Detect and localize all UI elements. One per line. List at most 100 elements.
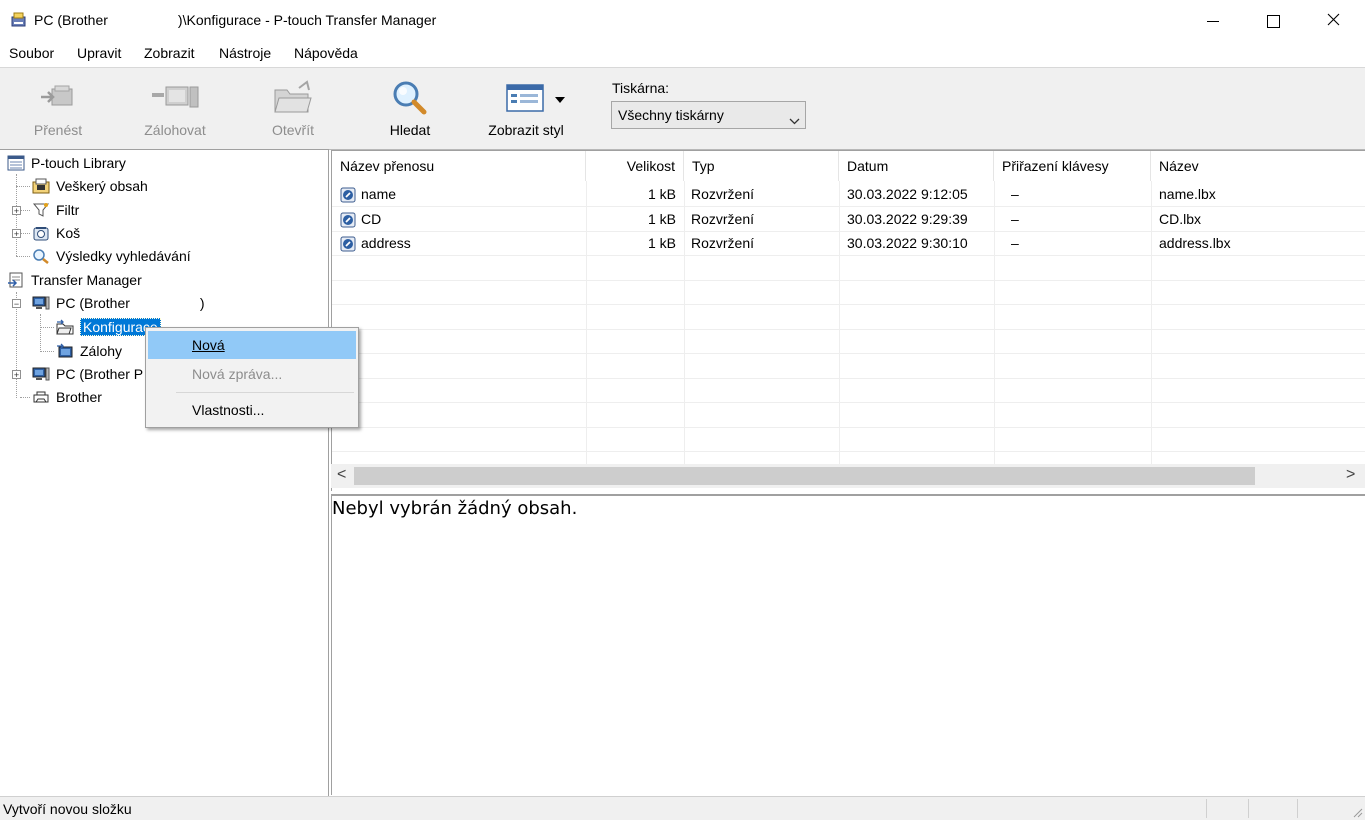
menu-nastroje[interactable]: Nástroje [219,45,271,61]
column-header-filename[interactable]: Název [1151,151,1365,181]
menu-separator [176,392,354,393]
table-row[interactable]: name 1 kB Rozvržení 30.03.2022 9:12:05 –… [332,183,1365,207]
expand-filter-toggle[interactable]: + [12,206,21,216]
cell-date: 30.03.2022 9:30:10 [847,235,968,251]
open-folder-icon [269,78,317,118]
search-label: Hledat [389,122,431,138]
cell-date: 30.03.2022 9:12:05 [847,186,968,202]
cell-name: CD [361,211,382,227]
status-text: Vytvoří novou složku [3,801,132,817]
filter-icon [32,202,50,218]
column-header-size[interactable]: Velikost [586,151,684,181]
empty-row [332,379,1365,403]
menu-bar: Soubor Upravit Zobrazit Nástroje Nápověd… [0,42,1365,66]
tree-item-filter[interactable]: Filtr [32,199,79,221]
menu-upravit[interactable]: Upravit [77,45,121,61]
search-results-icon [32,248,50,264]
transfer-button[interactable]: Přenést [20,68,96,148]
expand-trash-toggle[interactable]: + [12,229,21,239]
cell-filename: name.lbx [1159,186,1216,202]
minimize-icon [1207,20,1219,22]
cell-filename: CD.lbx [1159,211,1202,227]
tree-label: Koš [56,225,81,241]
tree-item-pc[interactable]: PC (Brother ) [32,292,205,314]
view-style-label: Zobrazit styl [488,122,564,138]
menu-item-properties[interactable]: Vlastnosti... [148,396,356,424]
transfer-list[interactable]: Název přenosu Velikost Typ Datum Přiřaze… [331,150,1365,491]
column-header-type[interactable]: Typ [684,151,839,181]
scrollbar-thumb[interactable] [354,467,1255,485]
column-header-key[interactable]: Přiřazení klávesy [994,151,1151,181]
trash-icon [32,225,50,241]
chevron-down-icon [789,112,800,128]
printer-select-value: Všechny tiskárny [618,107,724,123]
cell-name: name [361,186,397,202]
tree-item-backups[interactable]: Zálohy [56,340,122,362]
table-row[interactable]: CD 1 kB Rozvržení 30.03.2022 9:29:39 – C… [332,208,1365,232]
table-row[interactable]: address 1 kB Rozvržení 30.03.2022 9:30:1… [332,232,1365,256]
configuration-folder-icon [56,319,74,335]
tree-item-trash[interactable]: Koš [32,222,80,244]
collapse-pc-toggle[interactable]: − [12,299,21,309]
layout-file-icon [340,212,356,231]
empty-row [332,257,1365,281]
tree-label: Brother [56,389,102,405]
cell-type: Rozvržení [691,235,755,251]
tree-item-search-results[interactable]: Výsledky vyhledávání [32,245,191,267]
scroll-left-button[interactable]: < [337,466,346,484]
printer-icon [32,389,50,405]
search-button[interactable]: Hledat [374,68,446,148]
tree-item-transfer-manager[interactable]: Transfer Manager [7,269,142,291]
cell-size: 1 kB [647,235,676,251]
cell-key: – [1011,235,1019,251]
tree-item-brother[interactable]: Brother [32,386,102,408]
menu-item-label: Nová zpráva... [192,366,283,382]
maximize-button[interactable] [1243,0,1303,42]
magnifier-icon [388,78,432,118]
cell-filename: address.lbx [1159,235,1231,251]
tree-item-pc2[interactable]: PC (Brother P [32,363,143,385]
layout-file-icon [340,236,356,255]
backup-icon [150,78,200,118]
tree-label: PC (Brother ) [56,295,205,311]
backup-button[interactable]: Zálohovat [135,68,215,148]
menu-napoveda[interactable]: Nápověda [294,45,358,61]
cell-type: Rozvržení [691,186,755,202]
empty-row [332,404,1365,428]
menu-zobrazit[interactable]: Zobrazit [144,45,195,61]
column-header-name[interactable]: Název přenosu [332,151,586,181]
app-icon [10,11,28,29]
tree-item-all-content[interactable]: Veškerý obsah [32,175,148,197]
menu-item-label: Vlastnosti... [192,402,265,418]
open-button[interactable]: Otevřít [258,68,328,148]
scroll-right-button[interactable]: > [1346,466,1355,484]
window-title: PC (Brother )\Konfigurace - P-touch Tran… [34,12,437,28]
preview-pane [331,494,1365,795]
printer-select[interactable]: Všechny tiskárny [611,101,806,129]
tree-label: Zálohy [80,343,123,359]
tree-label: Veškerý obsah [56,178,148,194]
empty-row [332,330,1365,354]
close-button[interactable] [1303,0,1363,42]
menu-item-label: Nová [192,337,225,353]
menu-item-new[interactable]: Nová [148,331,356,359]
all-content-icon [32,178,50,194]
empty-row [332,428,1365,452]
minimize-button[interactable] [1183,0,1243,42]
column-header-date[interactable]: Datum [839,151,994,181]
menu-item-new-message[interactable]: Nová zpráva... [148,360,356,388]
menu-soubor[interactable]: Soubor [9,45,54,61]
cell-key: – [1011,211,1019,227]
empty-row [332,281,1365,305]
tree-label: Transfer Manager [31,272,142,288]
title-bar: PC (Brother )\Konfigurace - P-touch Tran… [0,0,1365,42]
library-icon [7,155,25,171]
context-menu: Nová Nová zpráva... Vlastnosti... [145,327,359,428]
view-style-button[interactable]: Zobrazit styl [480,68,572,148]
status-divider [1297,799,1298,818]
tree-item-ptouch-library[interactable]: P-touch Library [7,152,126,174]
transfer-manager-icon [7,272,25,288]
close-icon [1327,13,1340,29]
status-divider [1248,799,1249,818]
expand-pc2-toggle[interactable]: + [12,370,21,380]
